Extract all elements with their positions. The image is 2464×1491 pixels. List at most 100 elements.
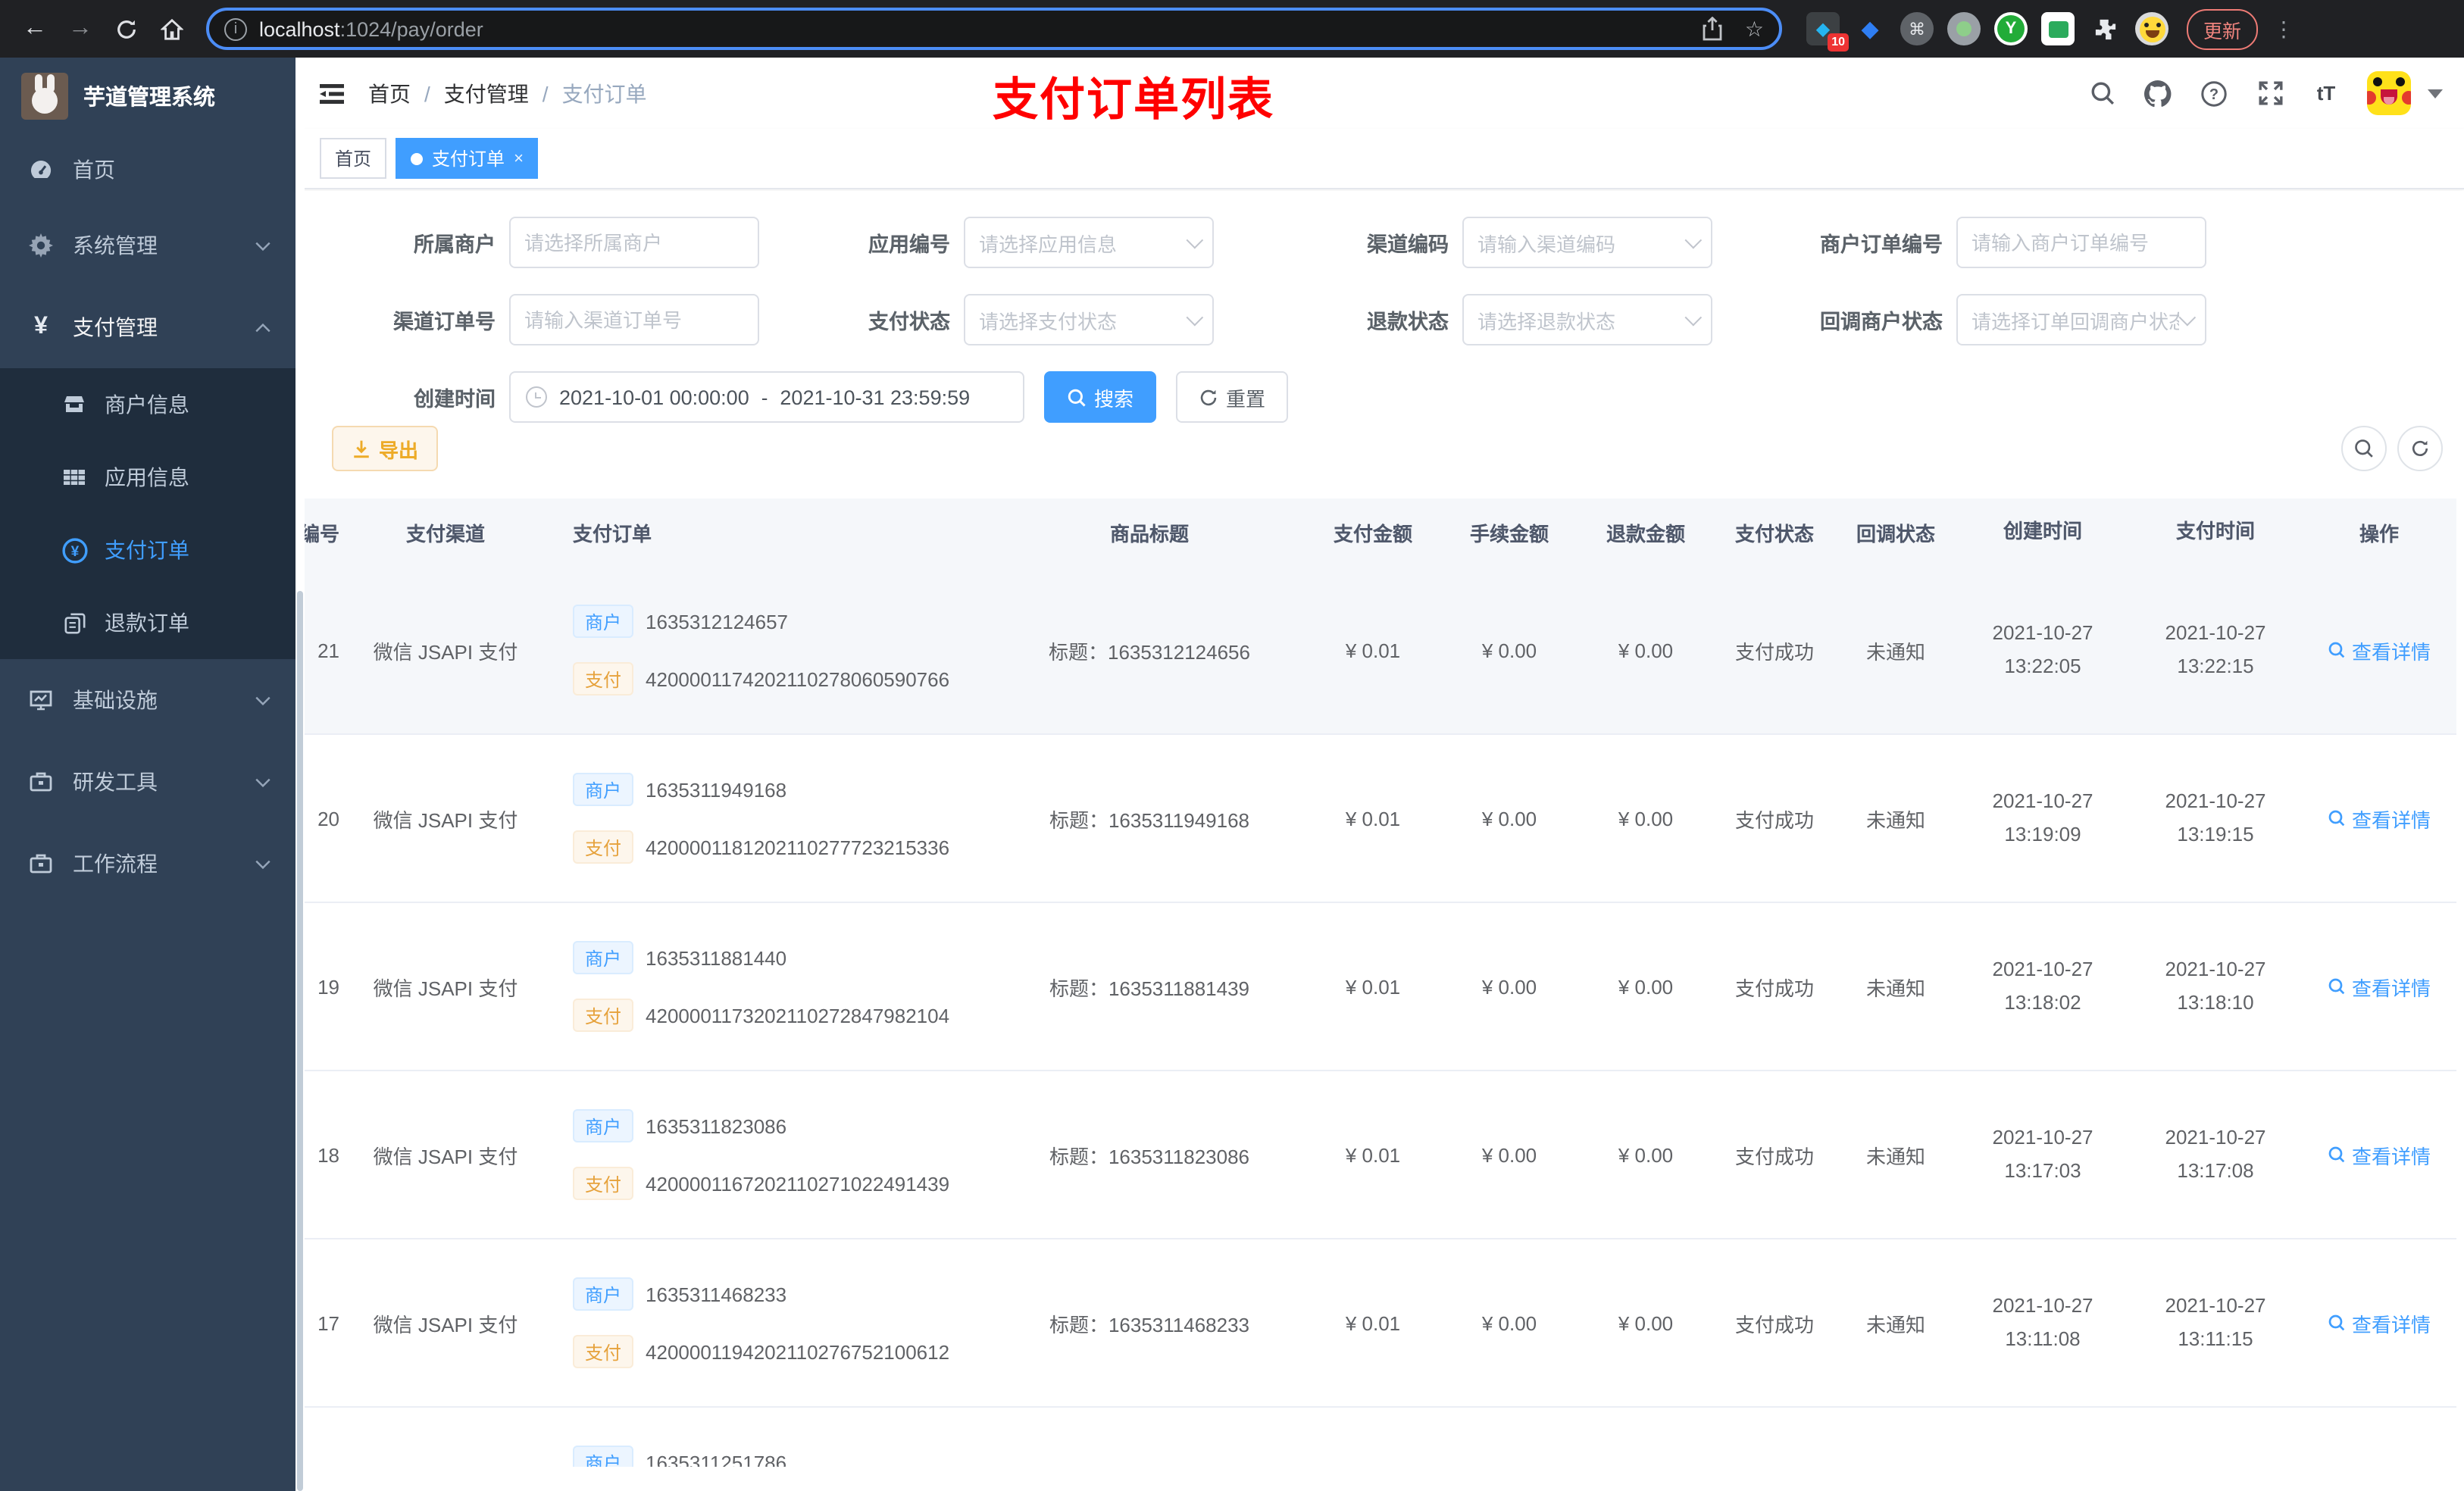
extension-dot-icon[interactable]	[1947, 12, 1981, 45]
notify-status-select[interactable]: 请选择订单回调商户状态	[1956, 294, 2206, 345]
view-detail-link[interactable]: 查看详情	[2328, 972, 2431, 1001]
main-area: 首页 / 支付管理 / 支付订单 支付订单列表 ? tT 首页 支付订单 × 所…	[295, 58, 2464, 1491]
clock-icon	[526, 386, 547, 408]
home-icon[interactable]	[152, 9, 191, 48]
export-button[interactable]: 导出	[332, 426, 439, 471]
pay-status-select[interactable]: 请选择支付状态	[964, 294, 1214, 345]
cell-paid: 2021-10-27 13:18:10	[2165, 957, 2266, 1014]
github-icon[interactable]	[2143, 78, 2173, 108]
url-bar[interactable]: i localhost:1024/pay/order ☆	[206, 8, 1782, 50]
channel-order-input-field[interactable]	[524, 308, 744, 331]
chevron-down-icon	[2178, 308, 2197, 327]
sidebar-item-home[interactable]: 首页	[0, 133, 295, 205]
extension-chat-icon[interactable]	[2041, 12, 2075, 45]
update-button[interactable]: 更新	[2187, 8, 2259, 49]
filter-form: 所属商户 应用编号 请选择应用信息 渠道编码 请输入渠道编码 商户订单编号 渠道…	[295, 191, 2464, 423]
merchant-order-input-field[interactable]	[1972, 231, 2191, 254]
merchant-tag: 商户	[573, 773, 634, 806]
sidebar-item-infra[interactable]: 基础设施	[0, 659, 295, 741]
sidebar-item-workflow[interactable]: 工作流程	[0, 823, 295, 905]
cell-paid: 2021-10-27 13:11:15	[2165, 1293, 2266, 1350]
content-scrollbar[interactable]	[295, 58, 305, 1491]
breadcrumb-home[interactable]: 首页	[368, 78, 411, 108]
cell-id: 20	[317, 807, 339, 830]
cell-pay-order: 商户 1635311949168 支付 42000011812021102777…	[552, 771, 994, 865]
cell-status: 支付成功	[1734, 977, 1814, 999]
sidebar-item-label: 退款订单	[105, 611, 189, 635]
breadcrumb-pay[interactable]: 支付管理	[444, 78, 529, 108]
site-info-icon[interactable]: i	[224, 17, 247, 40]
scrollbar-thumb[interactable]	[297, 591, 303, 1491]
share-icon[interactable]	[1703, 17, 1724, 41]
profile-avatar[interactable]	[2135, 12, 2169, 45]
create-time-range-picker[interactable]: 2021-10-01 00:00:00 - 2021-10-31 23:59:5…	[509, 371, 1024, 423]
search-button[interactable]: 搜索	[1044, 371, 1157, 423]
extension-command-icon[interactable]: ⌘	[1900, 12, 1934, 45]
sidebar-item-refund-order[interactable]: 退款订单	[0, 586, 295, 659]
caret-down-icon[interactable]	[2428, 89, 2443, 98]
sidebar-item-merchant-info[interactable]: 商户信息	[0, 368, 295, 441]
close-icon[interactable]: ×	[514, 149, 524, 167]
gear-icon	[27, 233, 55, 258]
cell-title: 标题：1635311823086	[1049, 1145, 1250, 1167]
view-detail-link[interactable]: 查看详情	[2328, 804, 2431, 833]
active-dot	[411, 152, 424, 164]
merchant-order-input[interactable]	[1956, 217, 2206, 268]
font-size-icon[interactable]: tT	[2311, 78, 2341, 108]
yen-icon: ¥	[34, 314, 48, 339]
col-header-channel: 支付渠道	[405, 523, 485, 545]
extensions-puzzle-icon[interactable]	[2088, 12, 2122, 45]
tab-home[interactable]: 首页	[320, 138, 387, 179]
sidebar-item-system[interactable]: 系统管理	[0, 205, 295, 286]
menu-dots-icon[interactable]: ⋮	[2273, 16, 2294, 42]
bookmark-star-icon[interactable]: ☆	[1745, 16, 1764, 42]
extension-grid-icon[interactable]: ◆ 10	[1806, 12, 1849, 52]
channel-order-no: 4200001174202110278060590766	[646, 667, 950, 690]
cell-action: 查看详情	[2302, 1140, 2456, 1169]
channel-code-select[interactable]: 请输入渠道编码	[1462, 217, 1712, 268]
back-icon[interactable]: ←	[15, 9, 55, 48]
app-logo[interactable]: 芋道管理系统	[0, 58, 295, 133]
col-header-amount: 支付金额	[1333, 523, 1412, 545]
cell-title: 标题：1635311468233	[1049, 1313, 1250, 1336]
cell-action: 查看详情	[2302, 1308, 2456, 1337]
tab-pay-order[interactable]: 支付订单 ×	[396, 138, 539, 179]
cell-created: 2021-10-27 13:19:09	[1992, 789, 2093, 846]
refund-docs-icon	[61, 611, 88, 634]
extension-kite-icon[interactable]: ◆	[1853, 12, 1887, 45]
sidebar-item-pay-order[interactable]: ¥ 支付订单	[0, 514, 295, 586]
extension-y-icon[interactable]: Y	[1994, 12, 2028, 45]
reset-button[interactable]: 重置	[1176, 371, 1289, 423]
merchant-input-field[interactable]	[524, 231, 744, 254]
view-detail-link[interactable]: 查看详情	[2328, 1140, 2431, 1169]
view-detail-link[interactable]: 查看详情	[2328, 1308, 2431, 1337]
menu-fold-icon[interactable]	[317, 78, 347, 108]
col-header-title: 商品标题	[1109, 523, 1189, 545]
reload-icon[interactable]	[106, 9, 145, 48]
monitor-icon	[27, 688, 55, 712]
sidebar-item-label: 基础设施	[73, 688, 158, 712]
merchant-order-no: 1635311468233	[646, 1283, 787, 1305]
chevron-down-icon	[255, 858, 271, 869]
forward-icon[interactable]: →	[61, 9, 100, 48]
sidebar-item-label: 支付管理	[73, 315, 158, 339]
channel-order-input[interactable]	[509, 294, 759, 345]
refund-status-select[interactable]: 请选择退款状态	[1462, 294, 1712, 345]
merchant-input[interactable]	[509, 217, 759, 268]
user-avatar[interactable]	[2367, 71, 2411, 115]
fullscreen-icon[interactable]	[2255, 78, 2285, 108]
merchant-tag: 商户	[573, 1277, 634, 1311]
sidebar-item-app-info[interactable]: 应用信息	[0, 441, 295, 514]
show-search-button[interactable]	[2341, 426, 2387, 471]
col-header-status: 支付状态	[1734, 523, 1814, 545]
cell-amount: ¥ 0.01	[1345, 807, 1401, 830]
search-icon[interactable]	[2087, 78, 2117, 108]
sidebar-item-pay[interactable]: ¥ 支付管理	[0, 286, 295, 368]
help-icon[interactable]: ?	[2199, 78, 2229, 108]
cell-created: 2021-10-27 13:22:05	[1992, 620, 2093, 677]
col-header-order: 支付订单	[573, 523, 652, 545]
app-select[interactable]: 请选择应用信息	[964, 217, 1214, 268]
view-detail-link[interactable]: 查看详情	[2328, 636, 2431, 664]
sidebar-item-devtools[interactable]: 研发工具	[0, 741, 295, 823]
refresh-button[interactable]	[2397, 426, 2443, 471]
